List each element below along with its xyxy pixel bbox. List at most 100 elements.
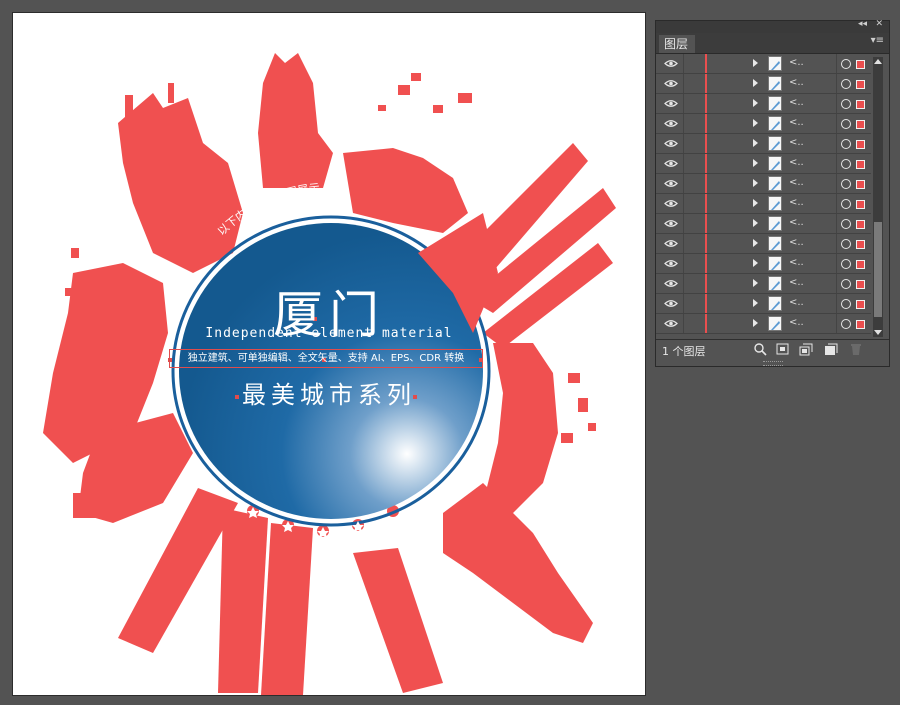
layer-name[interactable]: <.. <box>789 97 804 108</box>
expand-arrow-icon[interactable] <box>753 259 758 267</box>
lock-column[interactable] <box>683 194 684 213</box>
visibility-eye-icon[interactable] <box>664 139 678 148</box>
expand-arrow-icon[interactable] <box>753 79 758 87</box>
lock-column[interactable] <box>683 114 684 133</box>
layer-row[interactable]: <.. <box>656 254 871 274</box>
expand-arrow-icon[interactable] <box>753 299 758 307</box>
visibility-eye-icon[interactable] <box>664 99 678 108</box>
target-circle-icon[interactable] <box>841 279 851 289</box>
lock-column[interactable] <box>683 274 684 293</box>
layer-name[interactable]: <.. <box>789 177 804 188</box>
selection-indicator[interactable] <box>856 280 865 289</box>
visibility-eye-icon[interactable] <box>664 159 678 168</box>
layer-name[interactable]: <.. <box>789 137 804 148</box>
selection-indicator[interactable] <box>856 160 865 169</box>
target-circle-icon[interactable] <box>841 259 851 269</box>
expand-arrow-icon[interactable] <box>753 119 758 127</box>
title-series[interactable]: 最美城市系列 <box>13 375 645 410</box>
lock-column[interactable] <box>683 214 684 233</box>
selection-indicator[interactable] <box>856 180 865 189</box>
collapse-icon[interactable]: ◂◂ <box>858 19 867 29</box>
selection-indicator[interactable] <box>856 60 865 69</box>
layer-row[interactable]: <.. <box>656 214 871 234</box>
layer-row[interactable]: <.. <box>656 234 871 254</box>
target-circle-icon[interactable] <box>841 119 851 129</box>
expand-arrow-icon[interactable] <box>753 199 758 207</box>
expand-arrow-icon[interactable] <box>753 59 758 67</box>
lock-column[interactable] <box>683 174 684 193</box>
panel-titlebar[interactable]: ◂◂ ✕ <box>656 19 889 33</box>
layer-name[interactable]: <.. <box>789 197 804 208</box>
visibility-eye-icon[interactable] <box>664 299 678 308</box>
layer-row[interactable]: <.. <box>656 74 871 94</box>
target-circle-icon[interactable] <box>841 319 851 329</box>
visibility-eye-icon[interactable] <box>664 59 678 68</box>
visibility-eye-icon[interactable] <box>664 119 678 128</box>
selection-indicator[interactable] <box>856 320 865 329</box>
visibility-eye-icon[interactable] <box>664 199 678 208</box>
layer-row[interactable]: <.. <box>656 314 871 334</box>
expand-arrow-icon[interactable] <box>753 219 758 227</box>
close-icon[interactable]: ✕ <box>875 19 883 29</box>
expand-arrow-icon[interactable] <box>753 99 758 107</box>
lock-column[interactable] <box>683 234 684 253</box>
target-circle-icon[interactable] <box>841 79 851 89</box>
lock-column[interactable] <box>683 254 684 273</box>
selection-indicator[interactable] <box>856 100 865 109</box>
layer-name[interactable]: <.. <box>789 297 804 308</box>
layer-row[interactable]: <.. <box>656 294 871 314</box>
visibility-eye-icon[interactable] <box>664 279 678 288</box>
panel-menu-icon[interactable]: ▾≡ <box>871 35 884 46</box>
layer-row[interactable]: <.. <box>656 134 871 154</box>
lock-column[interactable] <box>683 54 684 73</box>
visibility-eye-icon[interactable] <box>664 219 678 228</box>
target-circle-icon[interactable] <box>841 239 851 249</box>
lock-column[interactable] <box>683 134 684 153</box>
layer-row[interactable]: <.. <box>656 154 871 174</box>
selection-indicator[interactable] <box>856 120 865 129</box>
selection-indicator[interactable] <box>856 240 865 249</box>
visibility-eye-icon[interactable] <box>664 239 678 248</box>
layer-row[interactable]: <.. <box>656 194 871 214</box>
target-circle-icon[interactable] <box>841 59 851 69</box>
layer-row[interactable]: <.. <box>656 274 871 294</box>
expand-arrow-icon[interactable] <box>753 179 758 187</box>
expand-arrow-icon[interactable] <box>753 239 758 247</box>
target-circle-icon[interactable] <box>841 299 851 309</box>
expand-arrow-icon[interactable] <box>753 319 758 327</box>
selection-indicator[interactable] <box>856 220 865 229</box>
delete-layer-icon[interactable] <box>849 343 863 356</box>
target-circle-icon[interactable] <box>841 139 851 149</box>
scroll-thumb[interactable] <box>874 222 882 317</box>
target-circle-icon[interactable] <box>841 199 851 209</box>
lock-column[interactable] <box>683 314 684 333</box>
target-circle-icon[interactable] <box>841 219 851 229</box>
target-circle-icon[interactable] <box>841 179 851 189</box>
visibility-eye-icon[interactable] <box>664 79 678 88</box>
layer-name[interactable]: <.. <box>789 317 804 328</box>
layer-name[interactable]: <.. <box>789 257 804 268</box>
make-clipping-mask-icon[interactable] <box>776 343 790 356</box>
subtitle-english[interactable]: Independent element material <box>13 326 645 341</box>
new-layer-icon[interactable] <box>824 343 838 356</box>
layers-scrollbar[interactable] <box>873 57 883 337</box>
selection-indicator[interactable] <box>856 140 865 149</box>
layer-name[interactable]: <.. <box>789 117 804 128</box>
selection-indicator[interactable] <box>856 80 865 89</box>
target-circle-icon[interactable] <box>841 99 851 109</box>
selection-indicator[interactable] <box>856 200 865 209</box>
lock-column[interactable] <box>683 294 684 313</box>
selection-indicator[interactable] <box>856 300 865 309</box>
expand-arrow-icon[interactable] <box>753 139 758 147</box>
lock-column[interactable] <box>683 74 684 93</box>
layer-name[interactable]: <.. <box>789 277 804 288</box>
lock-column[interactable] <box>683 94 684 113</box>
panel-resize-grip[interactable] <box>763 361 783 366</box>
visibility-eye-icon[interactable] <box>664 319 678 328</box>
expand-arrow-icon[interactable] <box>753 159 758 167</box>
layer-row[interactable]: <.. <box>656 54 871 74</box>
scroll-down-icon[interactable] <box>874 330 882 335</box>
layer-name[interactable]: <.. <box>789 77 804 88</box>
visibility-eye-icon[interactable] <box>664 179 678 188</box>
locate-object-icon[interactable] <box>753 343 767 356</box>
